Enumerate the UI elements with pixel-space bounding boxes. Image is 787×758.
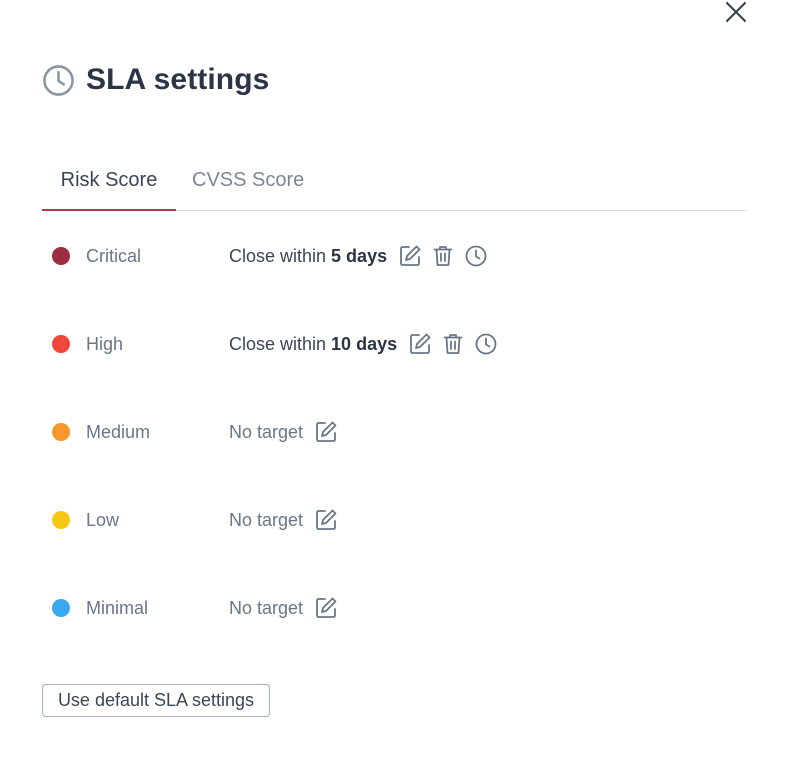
sla-target: Close within 5 days <box>229 241 496 271</box>
sla-target: No target <box>229 505 346 535</box>
sla-target: No target <box>229 417 346 447</box>
severity-label: Medium <box>86 422 151 442</box>
target-prefix: Close within <box>229 333 327 354</box>
edit-button[interactable] <box>397 243 423 269</box>
target-text: No target <box>229 597 304 618</box>
edit-icon <box>400 245 421 266</box>
trash-icon <box>433 246 453 266</box>
severity-label: High <box>86 334 124 354</box>
edit-icon <box>316 509 337 530</box>
history-button[interactable] <box>463 243 489 269</box>
use-default-sla-button[interactable]: Use default SLA settings <box>42 684 270 717</box>
severity-label: Low <box>86 510 120 530</box>
clock-icon <box>43 64 74 96</box>
severity-dot <box>52 511 70 529</box>
clock-icon <box>465 245 487 267</box>
edit-button[interactable] <box>407 331 433 357</box>
tab-risk-score[interactable]: Risk Score <box>42 160 176 211</box>
target-text: No target <box>229 509 304 530</box>
severity-dot <box>52 335 70 353</box>
delete-button[interactable] <box>430 243 456 269</box>
tab-cvss-score[interactable]: CVSS Score <box>192 160 304 210</box>
edit-button[interactable] <box>313 595 339 621</box>
target-prefix: Close within <box>229 245 327 266</box>
target-value: 5 days <box>331 245 388 266</box>
severity-dot <box>52 423 70 441</box>
edit-icon <box>316 597 337 618</box>
sla-row-low: Low No target <box>52 505 742 535</box>
sla-row-minimal: Minimal No target <box>52 593 742 623</box>
sla-row-critical: Critical Close within 5 days <box>52 241 742 271</box>
severity-dot <box>52 599 70 617</box>
delete-button[interactable] <box>440 331 466 357</box>
sla-row-medium: Medium No target <box>52 417 742 447</box>
severity-label: Critical <box>86 246 142 266</box>
severity-dot <box>52 247 70 265</box>
trash-icon <box>443 334 463 354</box>
target-text: No target <box>229 421 304 442</box>
edit-button[interactable] <box>313 419 339 445</box>
score-tabs: Risk Score CVSS Score <box>42 160 746 211</box>
clock-icon <box>475 333 497 355</box>
dialog-title: SLA settings <box>86 63 270 96</box>
sla-row-high: High Close within 10 days <box>52 329 742 359</box>
edit-icon <box>316 421 337 442</box>
history-button[interactable] <box>473 331 499 357</box>
edit-icon <box>410 333 431 354</box>
edit-button[interactable] <box>313 507 339 533</box>
sla-target: No target <box>229 593 346 623</box>
close-button[interactable] <box>722 0 750 24</box>
target-value: 10 days <box>331 333 398 354</box>
close-icon <box>725 1 747 23</box>
sla-target: Close within 10 days <box>229 329 506 359</box>
dialog-header: SLA settings <box>42 62 269 98</box>
severity-label: Minimal <box>86 598 149 618</box>
